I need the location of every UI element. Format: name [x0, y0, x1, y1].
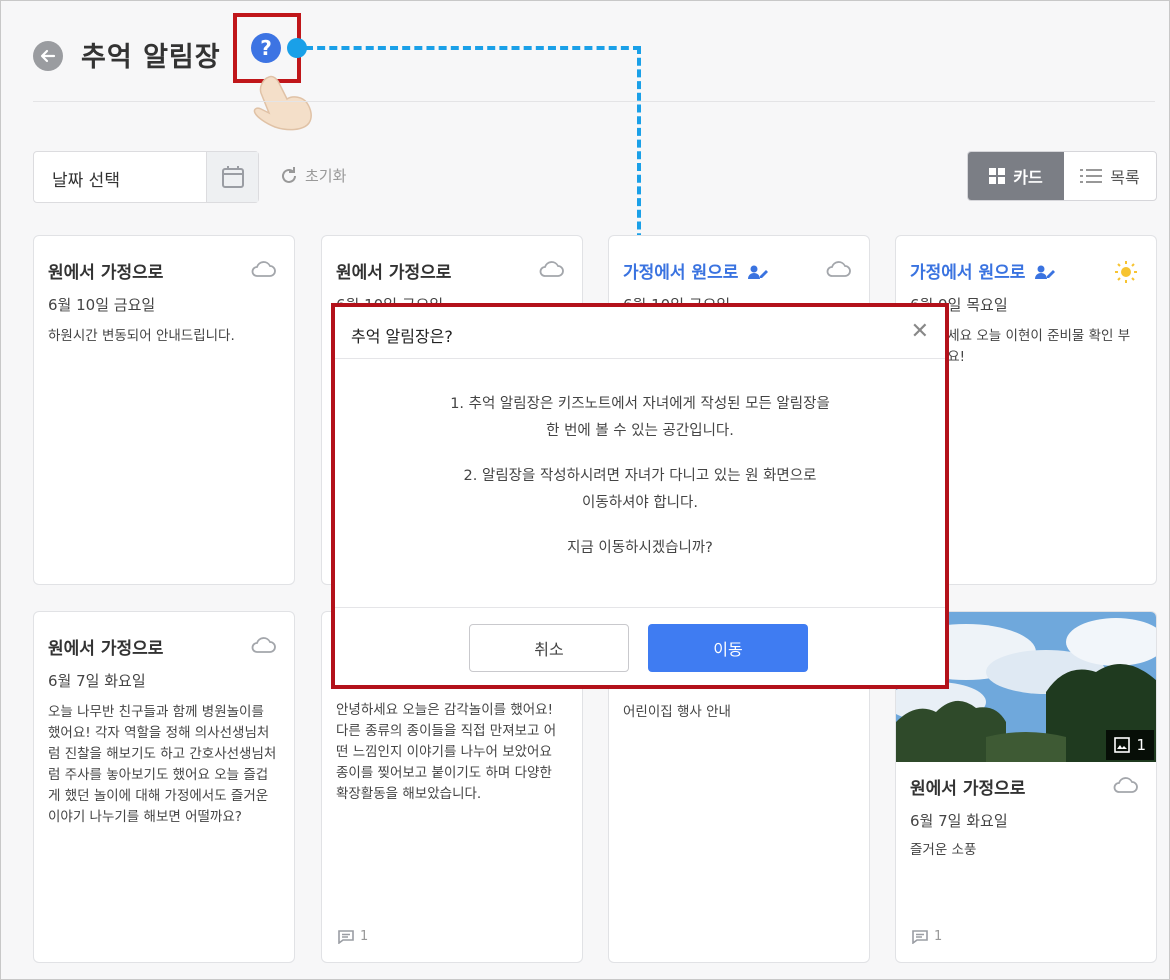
- card-title-text: 가정에서 원으로: [623, 263, 739, 283]
- person-edit-icon: [1035, 265, 1056, 279]
- cloud-icon: [251, 261, 276, 277]
- comment-count: 1: [338, 929, 368, 944]
- cloud-icon: [539, 261, 564, 277]
- card-date: 6월 7일 화요일: [910, 812, 1008, 830]
- memory-card[interactable]: 원에서 가정으로 6월 10일 금요일 하원시간 변동되어 안내드립니다.: [33, 235, 295, 585]
- annotation-line: [305, 46, 641, 50]
- comment-icon: [912, 929, 928, 944]
- card-title: 원에서 가정으로: [910, 779, 1026, 799]
- dialog-footer: 취소 이동: [335, 607, 945, 685]
- reset-label: 초기화: [305, 167, 347, 185]
- comment-count-value: 1: [360, 929, 369, 944]
- view-list-label: 목록: [1110, 168, 1140, 187]
- card-body: 오늘 나무반 친구들과 함께 병원놀이를 했어요! 각자 역할을 정해 의사선생…: [48, 704, 277, 825]
- image-icon: [1114, 737, 1131, 753]
- refresh-icon: [282, 166, 296, 183]
- comment-icon: [338, 929, 354, 944]
- dialog-line: 2. 알림장을 작성하시려면 자녀가 다니고 있는 원 화면으로: [463, 468, 817, 484]
- card-date: 6월 7일 화요일: [48, 672, 146, 690]
- dialog-line: 한 번에 볼 수 있는 공간입니다.: [546, 423, 734, 439]
- cloud-icon: [1113, 777, 1138, 793]
- arrow-left-icon: [40, 49, 56, 63]
- hand-pointer-icon: [253, 75, 312, 131]
- card-body: 즐거운 소풍: [910, 842, 977, 858]
- help-dialog: 추억 알림장은? ✕ 1. 추억 알림장은 키즈노트에서 자녀에게 작성된 모든…: [331, 303, 949, 689]
- calendar-button[interactable]: [206, 152, 258, 202]
- close-icon[interactable]: ✕: [911, 319, 929, 344]
- comment-count: 1: [912, 929, 942, 944]
- dialog-question: 지금 이동하시겠습니까?: [567, 540, 713, 556]
- view-toggle: 카드 목록: [967, 151, 1157, 201]
- card-body: 안녕하세요 오늘은 감각놀이를 했어요! 다른 종류의 종이들을 직접 만져보고…: [336, 702, 557, 802]
- dialog-body: 1. 추억 알림장은 키즈노트에서 자녀에게 작성된 모든 알림장을 한 번에 …: [335, 359, 945, 607]
- card-date: 6월 10일 금요일: [48, 296, 156, 314]
- cloud-icon: [251, 637, 276, 653]
- app-frame: 추억 알림장 ? 날짜 선택 초기화 카드 목록 원에서 가정으로 6월 10일…: [0, 0, 1170, 980]
- header-divider: [33, 101, 1155, 102]
- dialog-line: 1. 추억 알림장은 키즈노트에서 자녀에게 작성된 모든 알림장을: [450, 396, 830, 412]
- date-picker-placeholder: 날짜 선택: [52, 171, 120, 191]
- card-title: 원에서 가정으로: [48, 263, 164, 283]
- date-picker[interactable]: 날짜 선택: [33, 151, 259, 203]
- card-title: 가정에서 원으로: [910, 258, 1056, 283]
- list-icon: [1080, 169, 1103, 183]
- card-title: 가정에서 원으로: [623, 258, 769, 283]
- move-button[interactable]: 이동: [648, 624, 808, 672]
- cancel-button[interactable]: 취소: [469, 624, 629, 672]
- dialog-header: 추억 알림장은? ✕: [335, 307, 945, 359]
- cloud-icon: [826, 261, 851, 277]
- sun-icon: [1115, 261, 1137, 283]
- page-title: 추억 알림장: [81, 42, 221, 73]
- dialog-title: 추억 알림장은?: [351, 327, 453, 346]
- photo-count-value: 1: [1136, 736, 1146, 754]
- card-title: 원에서 가정으로: [48, 639, 164, 659]
- photo-count-badge: 1: [1106, 730, 1154, 760]
- comment-count-value: 1: [934, 929, 943, 944]
- person-edit-icon: [748, 265, 769, 279]
- calendar-icon: [221, 166, 244, 188]
- view-card-label: 카드: [1013, 168, 1043, 187]
- reset-button[interactable]: 초기화: [279, 165, 346, 186]
- grid-icon: [989, 168, 1006, 184]
- annotation-dot: [287, 38, 307, 58]
- view-card-button[interactable]: 카드: [968, 152, 1064, 200]
- card-body: 어린이집 행사 안내: [623, 704, 731, 720]
- back-button[interactable]: [33, 41, 63, 71]
- card-title: 원에서 가정으로: [336, 263, 452, 283]
- card-body: 하원시간 변동되어 안내드립니다.: [48, 328, 235, 344]
- card-title-text: 가정에서 원으로: [910, 263, 1026, 283]
- view-list-button[interactable]: 목록: [1064, 152, 1156, 200]
- dialog-line: 이동하셔야 합니다.: [582, 495, 698, 511]
- memory-card[interactable]: 원에서 가정으로 6월 7일 화요일 오늘 나무반 친구들과 함께 병원놀이를 …: [33, 611, 295, 963]
